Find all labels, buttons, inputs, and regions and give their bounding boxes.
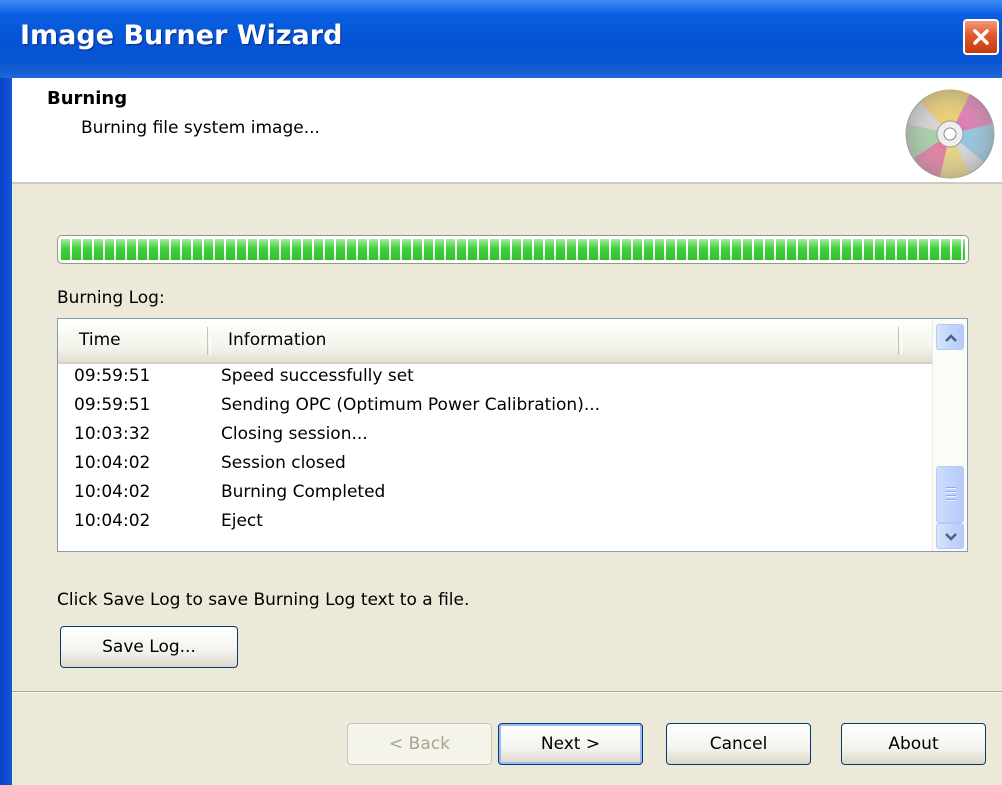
column-header-information[interactable]: Information — [228, 330, 326, 350]
log-time: 09:59:51 — [74, 395, 151, 415]
disc-icon — [905, 89, 995, 179]
chevron-down-icon — [945, 533, 957, 541]
header-panel: Burning Burning file system image... — [12, 78, 1002, 184]
burning-log-label: Burning Log: — [57, 288, 165, 308]
step-title: Burning — [47, 88, 128, 109]
progress-fill — [61, 239, 965, 260]
column-header-time[interactable]: Time — [79, 330, 121, 350]
scroll-down-button[interactable] — [936, 523, 964, 549]
log-time: 10:04:02 — [74, 511, 151, 531]
log-information: Eject — [221, 511, 263, 531]
chevron-up-icon — [945, 334, 957, 342]
log-row[interactable]: 10:03:32 Closing session... — [58, 422, 932, 451]
cancel-button[interactable]: Cancel — [666, 723, 811, 765]
scroll-up-button[interactable] — [936, 324, 964, 350]
log-row[interactable]: 09:59:51 Sending OPC (Optimum Power Calib… — [58, 393, 932, 422]
close-button[interactable] — [963, 19, 999, 55]
log-header: Time Information — [58, 319, 932, 364]
back-button[interactable]: < Back — [347, 723, 492, 765]
log-row[interactable]: 10:04:02 Burning Completed — [58, 480, 932, 509]
log-information: Burning Completed — [221, 482, 386, 502]
log-time: 09:59:51 — [74, 366, 151, 386]
title-bar[interactable]: Image Burner Wizard — [0, 0, 1002, 78]
log-rows: 09:59:51 Speed successfully set 09:59:51 Se… — [58, 364, 932, 538]
burning-log-list[interactable]: Time Information 09:59:51 Speed successfu… — [57, 318, 968, 552]
log-row[interactable]: 10:04:02 Eject — [58, 509, 932, 538]
scroll-thumb[interactable] — [936, 466, 964, 523]
log-time: 10:04:02 — [74, 482, 151, 502]
save-log-hint: Click Save Log to save Burning Log text … — [57, 590, 470, 610]
column-divider[interactable] — [207, 327, 211, 355]
column-divider[interactable] — [898, 327, 902, 355]
log-time: 10:04:02 — [74, 453, 151, 473]
log-row[interactable]: 10:04:02 Session closed — [58, 451, 932, 480]
save-log-button[interactable]: Save Log... — [60, 626, 238, 668]
vertical-scrollbar[interactable] — [932, 319, 967, 551]
log-time: 10:03:32 — [74, 424, 151, 444]
footer-divider — [12, 691, 1002, 693]
window-border — [0, 78, 12, 785]
log-information: Session closed — [221, 453, 346, 473]
window-title: Image Burner Wizard — [20, 20, 343, 51]
step-subtitle: Burning file system image... — [81, 118, 320, 138]
log-information: Sending OPC (Optimum Power Calibration).… — [221, 395, 601, 415]
next-button[interactable]: Next > — [498, 723, 643, 765]
wizard-window: Image Burner Wizard Burning Burning file… — [0, 0, 1002, 785]
log-information: Closing session... — [221, 424, 368, 444]
about-button[interactable]: About — [841, 723, 986, 765]
log-information: Speed successfully set — [221, 366, 414, 386]
burn-progress-bar — [57, 235, 969, 264]
log-row[interactable]: 09:59:51 Speed successfully set — [58, 364, 932, 393]
close-icon — [973, 29, 989, 45]
